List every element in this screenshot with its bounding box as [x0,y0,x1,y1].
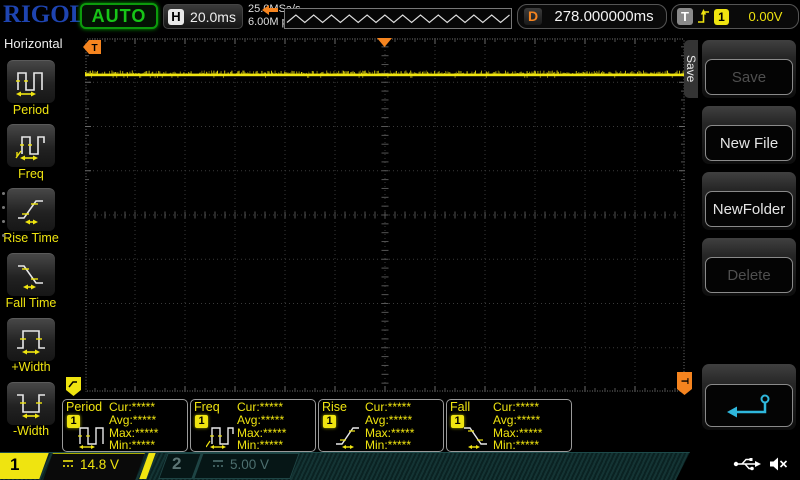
preview-left-arrow-icon [262,5,278,15]
rising-edge-icon [697,8,710,25]
svg-text:T: T [91,43,97,54]
trigger-t-icon: T [677,8,693,25]
svg-text:T: T [679,378,690,384]
trigger-source-badge: 1 [714,9,729,25]
min-value: ***** [132,438,155,452]
speaker-muted-icon [769,456,788,472]
plus-width-icon [15,325,47,355]
sidebar-item-period[interactable] [7,60,55,103]
waveform-preview-strip[interactable] [284,8,512,29]
min-value: ***** [516,438,539,452]
channel2-number: 2 [172,454,181,474]
run-status-badge[interactable]: AUTO [80,3,158,29]
period-wave-icon [78,423,108,449]
menu-tab-save: Save [684,40,698,98]
softkey-save-label: Save [705,59,793,95]
sidebar-item-label: Freq [0,167,62,181]
min-value: ***** [260,438,283,452]
min-label: Min: [365,438,388,452]
measurement-box-rise[interactable]: Rise 1 Cur:***** Avg:***** Max:***** Min… [318,399,444,452]
softkey-delete-label: Delete [705,257,793,293]
rise-wave-icon [334,423,364,449]
softkey-new-file-label: New File [705,125,793,161]
scroll-dot [2,234,5,237]
trigger-status-box[interactable]: T 1 0.00V [671,4,799,29]
softkey-back[interactable] [702,364,796,430]
sidebar-item-fall-time[interactable] [7,253,55,296]
softkey-new-folder-label: NewFolder [705,191,793,227]
softkey-new-folder[interactable]: NewFolder [702,172,796,230]
freq-wave-icon [206,423,236,449]
freq-icon [15,131,47,161]
trigger-delay-box[interactable]: D 278.000000ms [517,4,667,29]
fall-wave-icon [462,423,492,449]
softkey-new-file[interactable]: New File [702,106,796,164]
min-label: Min: [109,438,132,452]
sidebar-item-minus-width[interactable] [7,382,55,425]
rigol-logo: RIGOL [3,1,86,29]
min-label: Min: [237,438,260,452]
measurement-box-freq[interactable]: Freq 1 Cur:***** Avg:***** Max:***** Min… [190,399,316,452]
channel1-number: 1 [10,455,19,475]
min-label: Min: [493,438,516,452]
dc-coupling-icon [212,459,224,469]
timebase-value: 20.0ms [184,9,242,25]
sidebar-item-plus-width[interactable] [7,318,55,361]
sidebar-title: Horizontal [4,36,63,51]
sidebar-item-rise-time[interactable] [7,188,55,231]
softkey-save[interactable]: Save [702,40,796,98]
trigger-position-marker [377,38,392,47]
horizontal-h-icon: H [168,9,184,25]
sidebar-item-label: Rise Time [0,231,62,245]
sidebar-item-freq[interactable] [7,124,55,167]
horizontal-timebase-box[interactable]: H 20.0ms [163,4,243,29]
return-arrow-icon [721,392,777,420]
trigger-edge-marker: T [677,372,692,396]
sidebar-item-label: Period [0,103,62,117]
usb-icon [733,456,761,472]
delay-d-icon: D [524,8,542,25]
channel1-offscreen-marker [66,377,81,397]
channel2-scale-value: 5.00 V [230,457,269,472]
scroll-dot [2,192,5,195]
sidebar-item-label: -Width [0,424,62,438]
dc-coupling-icon [62,459,74,469]
measurement-name: Rise [322,400,347,414]
trigger-level-marker: T [83,40,101,54]
oscilloscope-screen: RIGOL AUTO H 20.0ms 25.0MSa/s 6.00M pts … [0,0,800,480]
measurement-name: Period [66,400,102,414]
measurement-name: Fall [450,400,470,414]
measurement-name: Freq [194,400,220,414]
fall-time-icon [15,260,47,290]
min-value: ***** [388,438,411,452]
scroll-dot [2,220,5,223]
rise-time-icon [15,195,47,225]
sidebar-item-label: Fall Time [0,296,62,310]
scroll-dot [2,206,5,209]
measurement-box-fall[interactable]: Fall 1 Cur:***** Avg:***** Max:***** Min… [446,399,572,452]
period-icon [15,67,47,97]
graticule [85,38,685,392]
measurement-box-period[interactable]: Period 1 Cur:***** Avg:***** Max:***** M… [62,399,188,452]
channel1-scale-value: 14.8 V [80,457,119,472]
minus-width-icon [15,389,47,419]
trigger-level-value: 0.00V [733,9,798,24]
sidebar-item-label: +Width [0,360,62,374]
delay-value: 278.000000ms [542,8,666,25]
softkey-delete[interactable]: Delete [702,238,796,296]
